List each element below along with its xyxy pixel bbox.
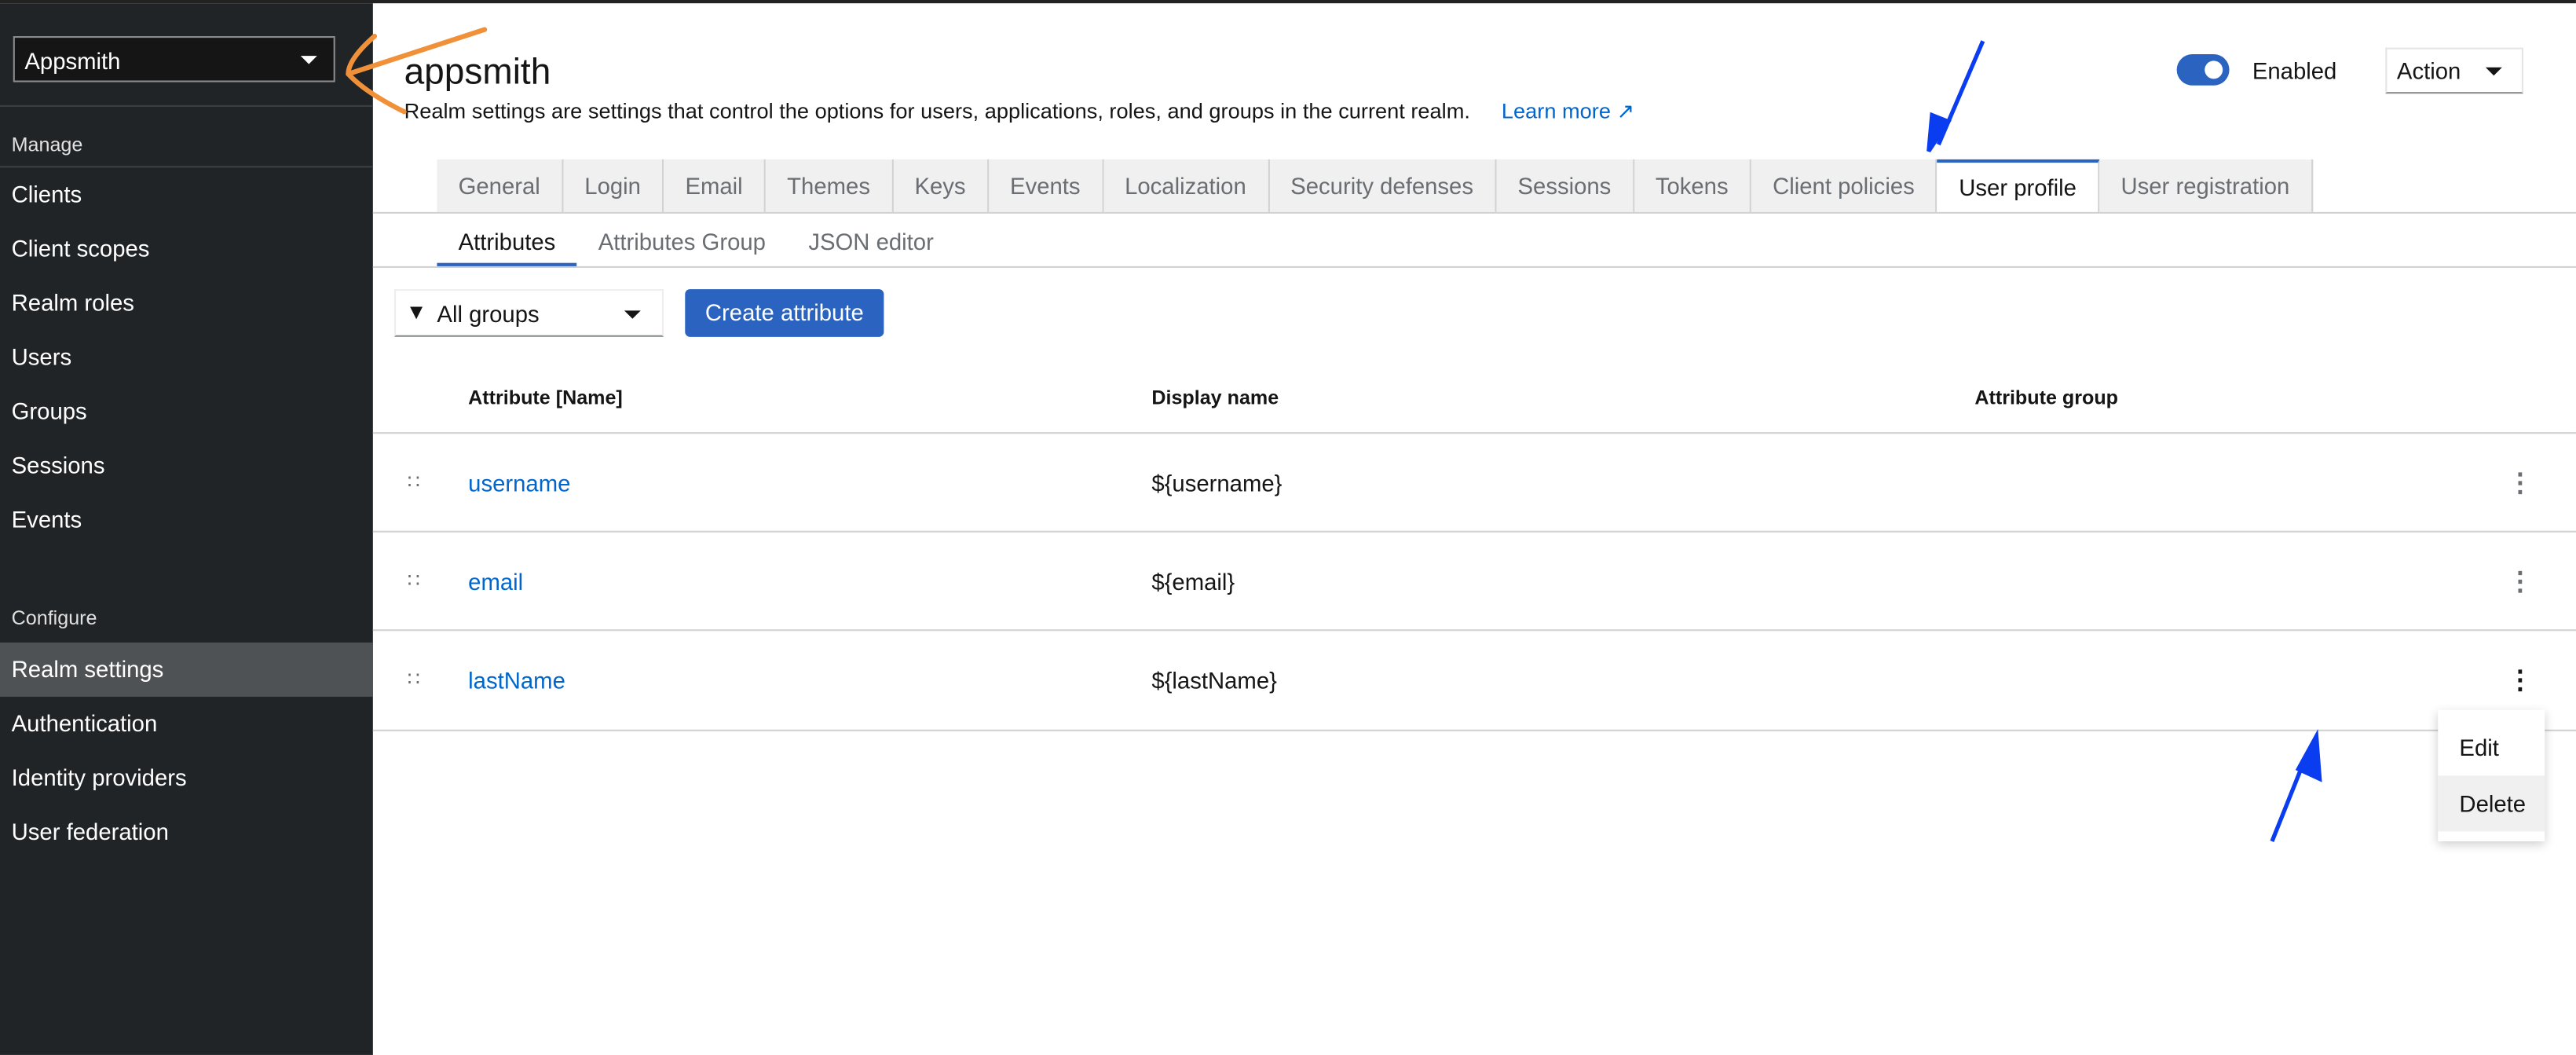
orange-arrow-annotation xyxy=(346,27,488,115)
blue-arrow-annotation xyxy=(2270,729,2322,842)
blue-arrow-annotation xyxy=(1927,40,1985,152)
annotation-arrows xyxy=(346,27,2322,842)
app-root: Appsmith Manage Clients Client scopes Re… xyxy=(0,0,2576,1055)
